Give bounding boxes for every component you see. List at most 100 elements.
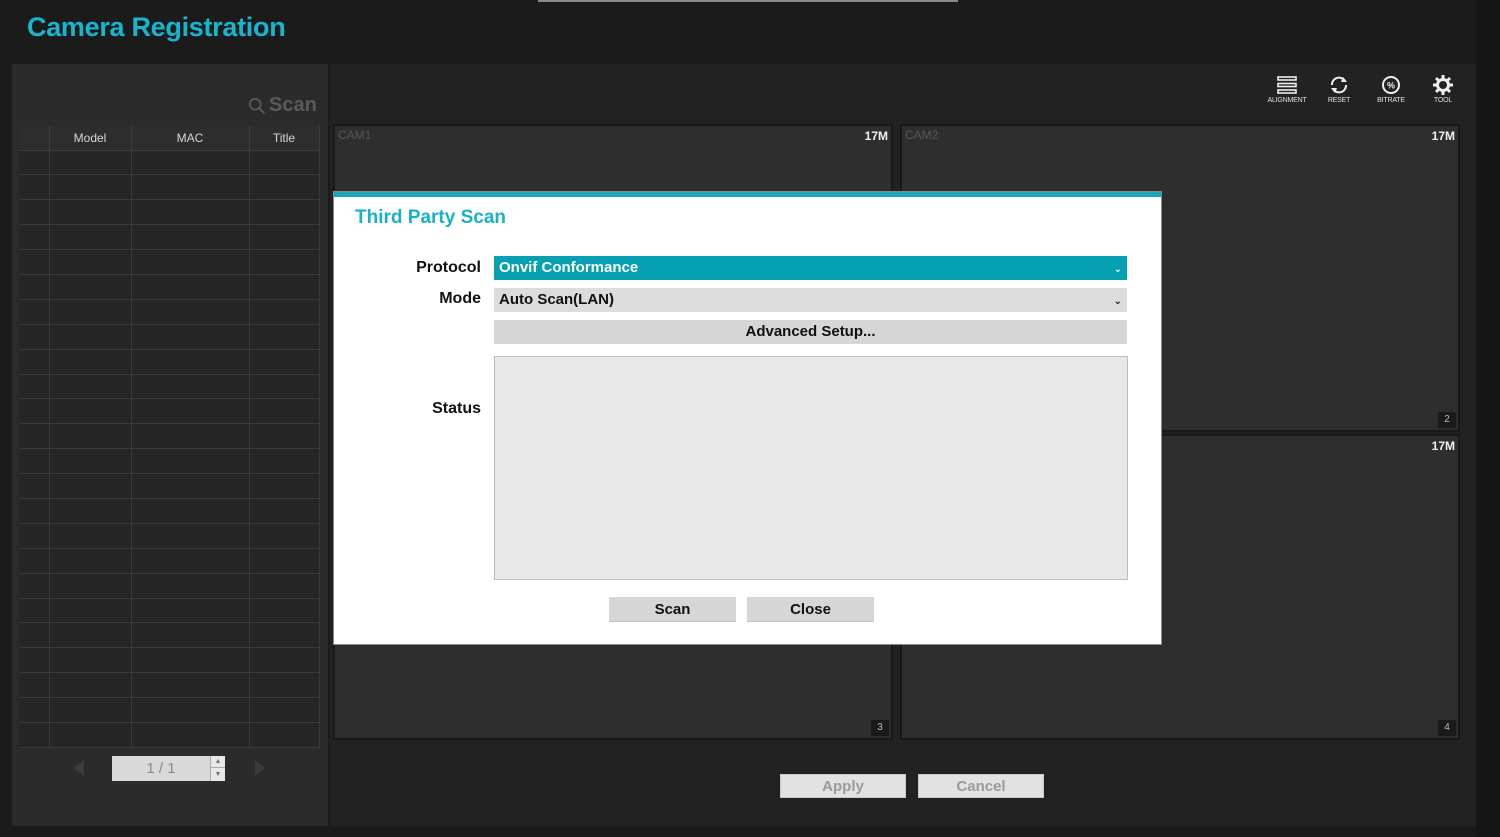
table-cell — [19, 647, 50, 674]
table-cell — [19, 598, 50, 624]
table-row[interactable] — [19, 697, 320, 723]
chevron-down-icon: ⌄ — [1113, 264, 1122, 275]
table-row[interactable] — [19, 548, 320, 574]
alignment-icon — [1277, 76, 1297, 94]
mode-value: Auto Scan(LAN) — [499, 291, 614, 308]
table-cell — [131, 448, 250, 475]
pager: 1 / 1 ▲ ▼ — [12, 756, 328, 782]
camera-number-badge: 3 — [871, 720, 889, 736]
status-textarea[interactable] — [494, 356, 1128, 580]
table-row[interactable] — [19, 523, 320, 549]
table-row[interactable] — [19, 622, 320, 649]
table-cell — [249, 150, 320, 176]
table-cell — [131, 299, 250, 325]
alignment-button[interactable]: ALIGNMENT — [1267, 74, 1307, 104]
page-title: Camera Registration — [27, 12, 286, 42]
table-row[interactable] — [19, 498, 320, 524]
table-row[interactable] — [19, 722, 320, 749]
camera-resolution: 17M — [1431, 439, 1455, 453]
table-cell — [19, 672, 50, 699]
table-row[interactable] — [19, 299, 320, 325]
table-row[interactable] — [19, 199, 320, 226]
prev-page-icon[interactable] — [74, 760, 84, 776]
table-cell — [131, 150, 250, 176]
mode-select[interactable]: Auto Scan(LAN) ⌄ — [494, 288, 1127, 312]
close-button[interactable]: Close — [747, 597, 874, 622]
apply-button[interactable]: Apply — [780, 774, 906, 798]
camera-label: CAM2 — [905, 128, 939, 142]
table-cell — [49, 697, 132, 723]
protocol-select[interactable]: Onvif Conformance ⌄ — [494, 256, 1127, 280]
table-row[interactable] — [19, 274, 320, 300]
column-header-model[interactable]: Model — [49, 126, 132, 151]
tool-button[interactable]: TOOL — [1424, 74, 1462, 104]
advanced-setup-button[interactable]: Advanced Setup... — [494, 320, 1127, 344]
spin-down-icon[interactable]: ▼ — [211, 768, 225, 780]
cancel-button[interactable]: Cancel — [918, 774, 1044, 798]
mode-label: Mode — [439, 290, 481, 307]
spin-up-icon[interactable]: ▲ — [211, 756, 225, 768]
table-row[interactable] — [19, 672, 320, 699]
column-header-title[interactable]: Title — [249, 126, 320, 151]
page-number-field[interactable]: 1 / 1 — [112, 756, 210, 781]
table-cell — [49, 299, 132, 325]
table-cell — [49, 722, 132, 749]
table-cell — [249, 448, 320, 475]
table-cell — [131, 523, 250, 549]
table-cell — [249, 548, 320, 574]
table-row[interactable] — [19, 423, 320, 450]
table-row[interactable] — [19, 324, 320, 350]
scan-button[interactable]: Scan — [609, 597, 736, 622]
table-cell — [49, 423, 132, 450]
bitrate-label: BITRATE — [1377, 97, 1405, 104]
column-header-mac[interactable]: MAC — [131, 126, 250, 151]
table-cell — [131, 249, 250, 275]
table-cell — [131, 598, 250, 624]
table-cell — [49, 573, 132, 599]
table-row[interactable] — [19, 249, 320, 275]
table-cell — [49, 174, 132, 201]
toolbar: ALIGNMENT RESET % BITRATE TOOL — [1267, 74, 1462, 104]
table-cell — [19, 374, 50, 400]
table-cell — [249, 299, 320, 325]
top-divider — [538, 0, 958, 2]
table-cell — [249, 473, 320, 499]
table-row[interactable] — [19, 647, 320, 674]
page-spinner[interactable]: ▲ ▼ — [210, 756, 225, 781]
table-row[interactable] — [19, 374, 320, 400]
next-page-icon[interactable] — [255, 760, 265, 776]
table-cell — [49, 672, 132, 699]
table-cell — [249, 199, 320, 226]
table-row[interactable] — [19, 150, 320, 176]
reset-button[interactable]: RESET — [1320, 74, 1358, 104]
table-row[interactable] — [19, 473, 320, 499]
gear-icon — [1433, 75, 1453, 95]
table-cell — [19, 573, 50, 599]
table-cell — [19, 473, 50, 499]
bitrate-icon: % — [1382, 76, 1400, 94]
table-cell — [131, 722, 250, 749]
table-cell — [19, 349, 50, 375]
table-cell — [249, 647, 320, 674]
table-row[interactable] — [19, 448, 320, 475]
table-cell — [131, 672, 250, 699]
table-row[interactable] — [19, 349, 320, 375]
scan-search-button[interactable]: Scan — [248, 94, 317, 117]
table-cell — [249, 274, 320, 300]
table-cell — [249, 374, 320, 400]
table-row[interactable] — [19, 598, 320, 624]
table-cell — [49, 473, 132, 499]
table-cell — [249, 722, 320, 749]
column-header-select[interactable] — [19, 126, 50, 151]
table-row[interactable] — [19, 224, 320, 251]
table-row[interactable] — [19, 174, 320, 201]
table-cell — [249, 672, 320, 699]
table-cell — [49, 622, 132, 649]
table-cell — [131, 647, 250, 674]
bitrate-button[interactable]: % BITRATE — [1372, 74, 1410, 104]
table-row[interactable] — [19, 398, 320, 425]
table-cell — [19, 722, 50, 749]
table-row[interactable] — [19, 573, 320, 599]
table-cell — [131, 423, 250, 450]
table-cell — [49, 150, 132, 176]
